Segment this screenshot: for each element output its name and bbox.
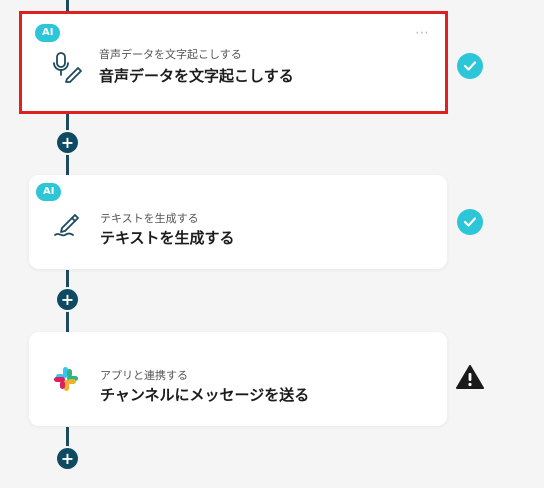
add-step-button[interactable]: +	[57, 448, 78, 469]
step-subtitle: 音声データを文字起こしする	[99, 48, 242, 61]
step-card-generate-text[interactable]: AI テキストを生成する テキストを生成する	[29, 175, 447, 269]
ai-badge: AI	[35, 24, 61, 42]
add-step-button[interactable]: +	[57, 289, 78, 310]
step-card-transcribe[interactable]: AI ⋯ 音声データを文字起こしする 音声データを文字起こしする	[19, 11, 448, 114]
step-subtitle: アプリと連携する	[100, 369, 188, 382]
pen-icon	[51, 208, 83, 240]
warning-icon	[456, 364, 484, 390]
add-step-button[interactable]: +	[57, 132, 78, 153]
step-subtitle: テキストを生成する	[100, 212, 199, 225]
success-check-icon	[457, 209, 483, 235]
step-title: 音声データを文字起こしする	[99, 67, 294, 85]
step-card-send-message[interactable]: アプリと連携する チャンネルにメッセージを送る	[29, 332, 447, 426]
connector-line	[66, 0, 69, 14]
step-title: テキストを生成する	[100, 229, 235, 247]
microphone-pen-icon	[51, 51, 83, 83]
step-title: チャンネルにメッセージを送る	[100, 386, 310, 404]
ai-badge: AI	[36, 183, 62, 201]
more-options-icon[interactable]: ⋯	[415, 26, 430, 40]
success-check-icon	[457, 53, 483, 79]
slack-icon	[53, 366, 79, 392]
